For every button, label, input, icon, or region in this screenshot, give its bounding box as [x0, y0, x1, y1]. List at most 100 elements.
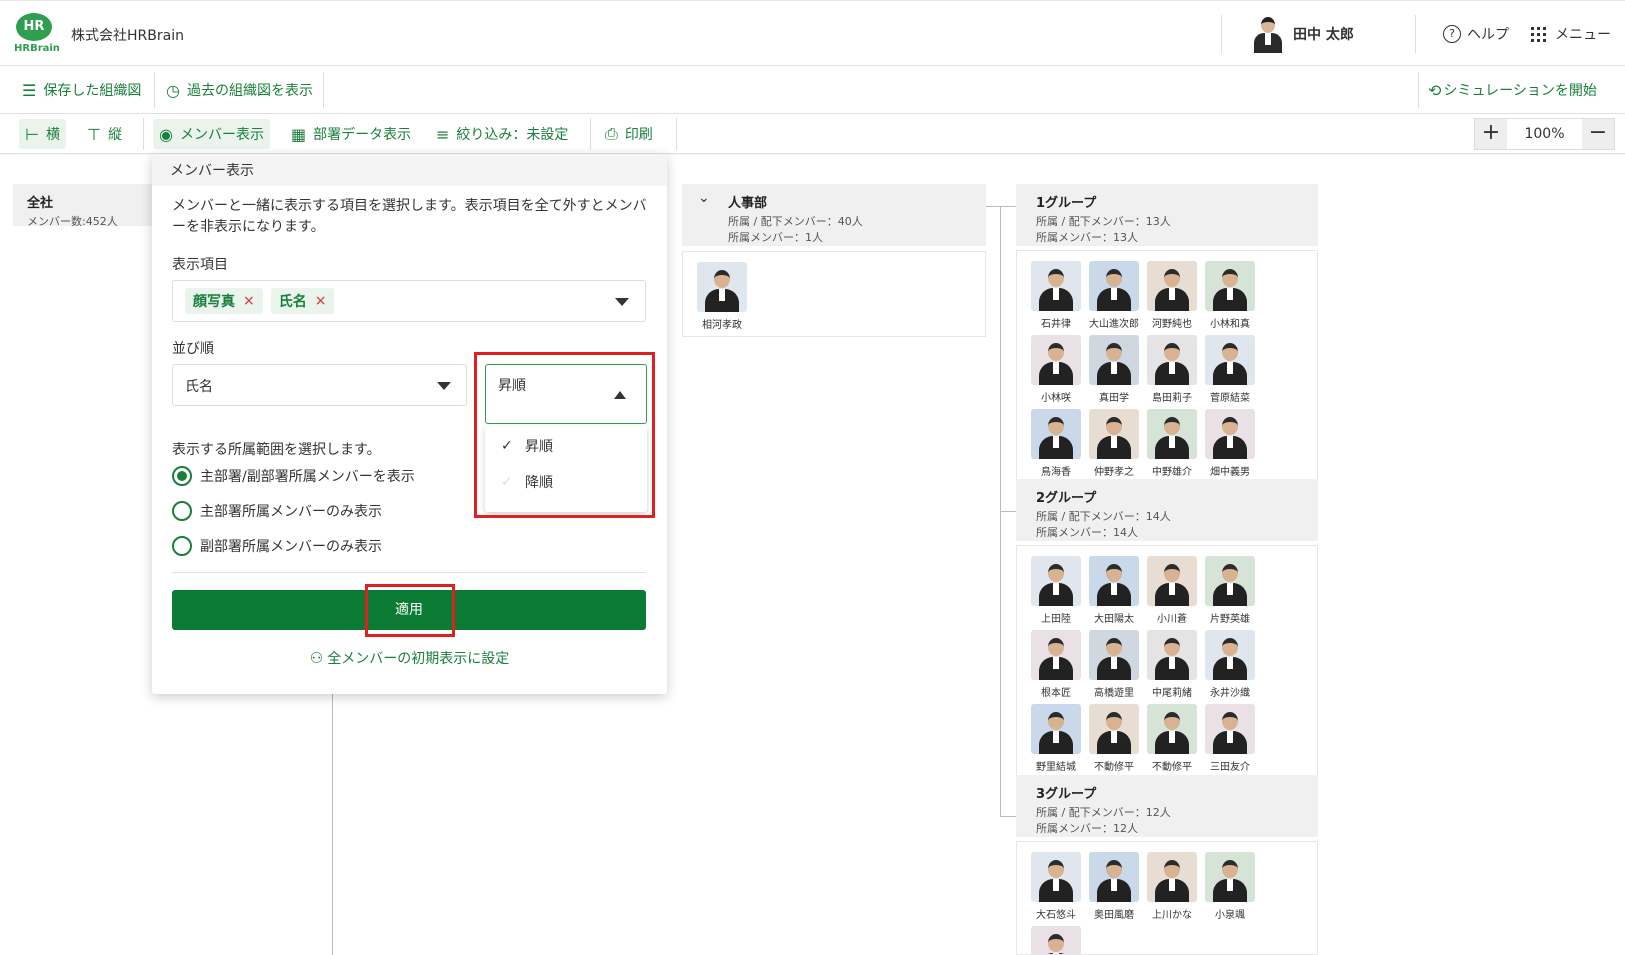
org-node-hr[interactable]: ⌄ 人事部 所属 / 配下メンバー：40人 所属メンバー：1人: [682, 184, 986, 246]
member-card[interactable]: 永井沙織: [1201, 630, 1259, 704]
member-card[interactable]: 根本匠: [1027, 630, 1085, 704]
zoom-out-button[interactable]: −: [1582, 119, 1614, 149]
panel-title: メンバー表示: [152, 154, 667, 186]
saved-chart-button[interactable]: ☰ 保存した組織図: [22, 75, 141, 105]
member-card[interactable]: 奥田風磨: [1085, 852, 1143, 926]
horizontal-label: 横: [45, 127, 60, 143]
print-button[interactable]: ⎙ 印刷: [599, 119, 659, 149]
member-card[interactable]: 仲野孝之: [1085, 409, 1143, 483]
member-name: 大石悠斗: [1036, 910, 1076, 921]
scope-option-main[interactable]: 主部署所属メンバーのみ表示: [172, 501, 382, 521]
member-photo: [1147, 630, 1197, 680]
dept-data-button[interactable]: ▦ 部署データ表示: [285, 119, 417, 149]
scope-option-both[interactable]: 主部署/副部署所属メンバーを表示: [172, 466, 415, 486]
member-card[interactable]: 石井律: [1027, 261, 1085, 335]
member-card[interactable]: 相河孝政: [693, 262, 751, 336]
member-card[interactable]: 野里結城: [1027, 704, 1085, 778]
menu-button[interactable]: メニュー: [1531, 24, 1611, 44]
node-sub: 所属 / 配下メンバー：40人 所属メンバー：1人: [728, 214, 972, 246]
member-card[interactable]: 河野純也: [1143, 261, 1201, 335]
member-name: 奥田風磨: [1094, 910, 1134, 921]
member-name: 小川蒼: [1157, 614, 1187, 625]
member-card[interactable]: 上田陸: [1027, 556, 1085, 630]
member-photo: [1147, 409, 1197, 459]
zoom-in-button[interactable]: +: [1475, 119, 1507, 149]
member-photo: [1205, 852, 1255, 902]
member-card[interactable]: 島下邦夫: [1027, 926, 1085, 954]
saved-chart-label: 保存した組織図: [43, 83, 142, 99]
member-name: 不動修平: [1152, 762, 1192, 773]
remove-chip-icon[interactable]: ×: [315, 293, 327, 309]
member-display-button[interactable]: ◉ メンバー表示: [153, 119, 270, 149]
member-card[interactable]: 不動修平: [1143, 704, 1201, 778]
scope-option-sub[interactable]: 副部署所属メンバーのみ表示: [172, 536, 382, 556]
divider: [1221, 15, 1222, 53]
member-card[interactable]: 中尾莉緒: [1143, 630, 1201, 704]
clock-icon: ◷: [166, 80, 180, 100]
remove-chip-icon[interactable]: ×: [243, 293, 255, 309]
member-name: 大田陽太: [1094, 614, 1134, 625]
help-label: ヘルプ: [1467, 27, 1509, 43]
display-items-select[interactable]: 顔写真 × 氏名 ×: [172, 280, 646, 322]
past-chart-button[interactable]: ◷ 過去の組織図を表示: [166, 75, 313, 105]
member-card[interactable]: 大山進次郎: [1085, 261, 1143, 335]
company-name: 株式会社HRBrain: [71, 28, 184, 44]
node-line2: 所属メンバー：14人: [1036, 526, 1138, 539]
member-card[interactable]: 小林和真: [1201, 261, 1259, 335]
hrbrain-logo[interactable]: HR HRBrain: [14, 13, 60, 55]
logo-word: HRBrain: [14, 43, 60, 54]
grid-menu-icon: [1531, 26, 1546, 42]
layout-vertical-button[interactable]: ⊤ 縦: [81, 119, 128, 149]
chip-name: 氏名 ×: [270, 288, 335, 314]
member-card[interactable]: 不動修平: [1085, 704, 1143, 778]
org-node-root[interactable]: 全社 メンバー数:452人: [13, 184, 153, 228]
member-card[interactable]: 大石悠斗: [1027, 852, 1085, 926]
member-card[interactable]: 小川蒼: [1143, 556, 1201, 630]
member-card[interactable]: 上川かな: [1143, 852, 1201, 926]
member-card[interactable]: 真田学: [1085, 335, 1143, 409]
caret-down-icon: [615, 298, 629, 306]
help-button[interactable]: ? ヘルプ: [1443, 24, 1509, 44]
node-title: 人事部: [728, 196, 768, 211]
member-photo: [1205, 704, 1255, 754]
scope-option-label: 副部署所属メンバーのみ表示: [200, 539, 382, 555]
member-grid-hr: 相河孝政: [682, 251, 986, 337]
zoom-control: + 100% −: [1474, 118, 1615, 150]
member-card[interactable]: 小泉颯: [1201, 852, 1259, 926]
org-node-group[interactable]: 1グループ 所属 / 配下メンバー：13人 所属メンバー：13人: [1016, 184, 1318, 246]
layout-horizontal-button[interactable]: ⊢ 横: [19, 119, 66, 149]
horizontal-tree-icon: ⊢: [25, 124, 39, 144]
user-menu[interactable]: 田中 太郎: [1251, 15, 1354, 53]
zoom-level: 100%: [1524, 126, 1565, 142]
member-card[interactable]: 小林咲: [1027, 335, 1085, 409]
member-name: 相河孝政: [702, 320, 742, 331]
member-photo: [1147, 556, 1197, 606]
member-card[interactable]: 片野英雄: [1201, 556, 1259, 630]
member-card[interactable]: 高橋遊里: [1085, 630, 1143, 704]
user-name: 田中 太郎: [1293, 27, 1354, 43]
reset-all-members-button[interactable]: ⚇ 全メンバーの初期表示に設定: [152, 648, 667, 668]
member-card[interactable]: 鳥海香: [1027, 409, 1085, 483]
radio-icon: [172, 501, 192, 521]
org-node-group[interactable]: 3グループ 所属 / 配下メンバー：12人 所属メンバー：12人: [1016, 775, 1318, 837]
node-line1: 所属 / 配下メンバー：12人: [1036, 806, 1171, 819]
member-name: 野里結城: [1036, 762, 1076, 773]
filter-button[interactable]: ≡ 絞り込み：未設定: [430, 119, 574, 149]
member-card[interactable]: 三田友介: [1201, 704, 1259, 778]
member-display-label: メンバー表示: [179, 127, 264, 143]
menu-label: メニュー: [1555, 27, 1611, 43]
member-card[interactable]: 島田莉子: [1143, 335, 1201, 409]
org-node-group[interactable]: 2グループ 所属 / 配下メンバー：14人 所属メンバー：14人: [1016, 479, 1318, 541]
member-card[interactable]: 菅原結菜: [1201, 335, 1259, 409]
scope-option-label: 主部署/副部署所属メンバーを表示: [200, 469, 415, 485]
collapse-chevron-icon[interactable]: ⌄: [698, 190, 710, 206]
member-card[interactable]: 畑中義男: [1201, 409, 1259, 483]
divider: [1415, 15, 1416, 53]
sort-field-select[interactable]: 氏名: [172, 364, 467, 406]
member-name: 上川かな: [1152, 910, 1192, 921]
node-line2: 所属メンバー：12人: [1036, 822, 1138, 835]
start-simulation-button[interactable]: ⟲ シミュレーションを開始: [1428, 75, 1597, 105]
member-card[interactable]: 大田陽太: [1085, 556, 1143, 630]
member-photo: [1205, 556, 1255, 606]
member-card[interactable]: 中野雄介: [1143, 409, 1201, 483]
